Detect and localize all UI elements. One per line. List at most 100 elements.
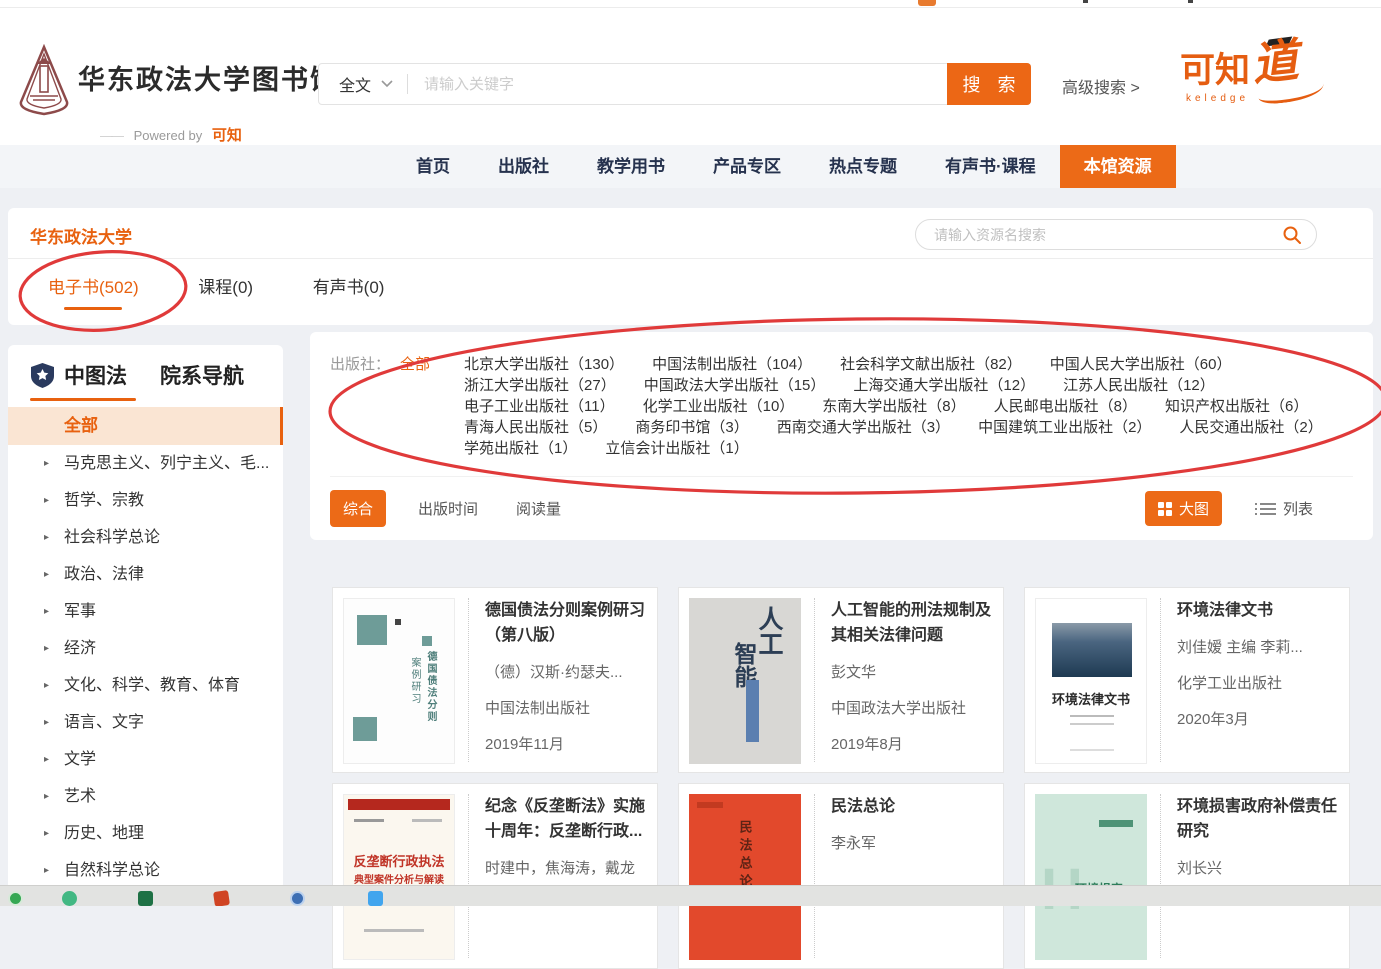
publisher-filter-item[interactable]: 学苑出版社（1） bbox=[464, 438, 577, 459]
taskbar-icon[interactable] bbox=[368, 891, 383, 906]
book-author: 时建中，焦海涛，戴龙 bbox=[485, 857, 647, 878]
grid-view-label: 大图 bbox=[1179, 498, 1209, 519]
nav-item-首页[interactable]: 首页 bbox=[392, 145, 474, 188]
keledge-logo-text: 可知 bbox=[1180, 42, 1250, 93]
sidebar-tab-clc[interactable]: 中图法 bbox=[64, 360, 127, 390]
book-cover: 民法总论 bbox=[689, 794, 801, 960]
publisher-filter-item[interactable]: 中国法制出版社（104） bbox=[652, 354, 812, 375]
sort-option-阅读量[interactable]: 阅读量 bbox=[516, 490, 561, 527]
main-column: 出版社： 全部 北京大学出版社（130）中国法制出版社（104）社会科学文献出版… bbox=[310, 332, 1373, 969]
sidebar-category-label: 艺术 bbox=[64, 788, 96, 805]
nav-item-出版社[interactable]: 出版社 bbox=[474, 145, 573, 188]
cover-text: 民法总论 bbox=[736, 820, 755, 892]
publisher-filter-all[interactable]: 全部 bbox=[400, 354, 430, 459]
nav-item-热点专题[interactable]: 热点专题 bbox=[805, 145, 921, 188]
publisher-filter-item[interactable]: 北京大学出版社（130） bbox=[464, 354, 624, 375]
expand-arrow-icon: ▸ bbox=[44, 556, 49, 593]
sidebar-category-item[interactable]: ▸哲学、宗教 bbox=[8, 482, 283, 519]
sidebar-category-item[interactable]: ▸历史、地理 bbox=[8, 815, 283, 852]
org-tab[interactable]: 华东政法大学 bbox=[8, 208, 154, 258]
book-card[interactable]: 环境法律文书环境法律文书刘佳嫒 主编 李莉...化学工业出版社2020年3月 bbox=[1024, 587, 1350, 773]
expand-arrow-icon: ▸ bbox=[44, 704, 49, 741]
publisher-filter-item[interactable]: 西南交通大学出版社（3） bbox=[777, 417, 950, 438]
university-logo-icon bbox=[14, 44, 74, 118]
publisher-filter-item[interactable]: 中国政法大学出版社（15） bbox=[644, 375, 826, 396]
publisher-filter-item[interactable]: 人民邮电出版社（8） bbox=[994, 396, 1137, 417]
publisher-filter-item[interactable]: 社会科学文献出版社（82） bbox=[840, 354, 1022, 375]
search-icon[interactable] bbox=[1282, 225, 1302, 245]
sidebar-category-item[interactable]: ▸文学 bbox=[8, 741, 283, 778]
publisher-filter-item[interactable]: 化学工业出版社（10） bbox=[643, 396, 795, 417]
nav-item-产品专区[interactable]: 产品专区 bbox=[689, 145, 805, 188]
sidebar-category-list: 全部▸马克思主义、列宁主义、毛...▸哲学、宗教▸社会科学总论▸政治、法律▸军事… bbox=[8, 407, 283, 890]
book-card[interactable]: 反垄断行政执法典型案件分析与解读(2008-2018)纪念《反垄断法》实施十周年… bbox=[332, 783, 658, 969]
resource-tab[interactable]: 有声书(0) bbox=[313, 273, 385, 310]
nav-item-有声书·课程[interactable]: 有声书·课程 bbox=[921, 145, 1060, 188]
sidebar-category-item[interactable]: ▸自然科学总论 bbox=[8, 852, 283, 889]
search-button[interactable]: 搜 索 bbox=[947, 63, 1031, 105]
sort-bar: 综合出版时间 阅读量 大图 列表 bbox=[330, 476, 1353, 527]
book-card[interactable]: 环境损害政府补偿责任研究环境损害政府补偿责任研究刘长兴 bbox=[1024, 783, 1350, 969]
publisher-filter-item[interactable]: 青海人民出版社（5） bbox=[464, 417, 607, 438]
sidebar-category-item[interactable]: ▸文化、科学、教育、体育 bbox=[8, 667, 283, 704]
book-date: 2020年3月 bbox=[1177, 708, 1339, 729]
sidebar-category-item[interactable]: ▸军事 bbox=[8, 593, 283, 630]
global-search-input[interactable] bbox=[408, 76, 1030, 93]
cover-text: 德国债法分则 bbox=[423, 651, 438, 723]
sidebar-category-item[interactable]: ▸ 语言、文字 bbox=[8, 704, 283, 741]
taskbar-icon[interactable] bbox=[213, 890, 230, 906]
resource-search-input[interactable] bbox=[916, 227, 1282, 243]
sidebar-category-item[interactable]: ▸马克思主义、列宁主义、毛... bbox=[8, 445, 283, 482]
taskbar-icon[interactable] bbox=[138, 891, 153, 906]
library-panel: 华东政法大学 电子书(502) 课程(0) 有声书(0) bbox=[8, 208, 1373, 325]
sidebar-category-label: 语言、文字 bbox=[64, 714, 144, 731]
nav-item-本馆资源[interactable]: 本馆资源 bbox=[1060, 145, 1176, 188]
taskbar-icon[interactable] bbox=[62, 891, 77, 906]
keledge-logo[interactable]: 可知 道 keledge bbox=[1180, 42, 1330, 104]
resource-tab[interactable]: 课程(0) bbox=[197, 273, 255, 310]
sort-option-出版时间[interactable]: 出版时间 bbox=[418, 490, 478, 527]
publisher-filter-item[interactable]: 人民交通出版社（2） bbox=[1179, 417, 1322, 438]
sidebar-category-item[interactable]: ▸艺术 bbox=[8, 778, 283, 815]
view-mode-grid-button[interactable]: 大图 bbox=[1145, 491, 1222, 526]
sidebar-category-item[interactable]: 全部 bbox=[8, 407, 283, 445]
keledge-logo-suffix: 道 bbox=[1250, 40, 1300, 85]
book-info: 环境损害政府补偿责任研究刘长兴 bbox=[1161, 794, 1339, 958]
book-card[interactable]: 民法总论民法总论李永军 bbox=[678, 783, 1004, 969]
publisher-filter-item[interactable]: 立信会计出版社（1） bbox=[605, 438, 748, 459]
publisher-filter-item[interactable]: 浙江大学出版社（27） bbox=[464, 375, 616, 396]
publisher-filter-item[interactable]: 江苏人民出版社（12） bbox=[1063, 375, 1215, 396]
expand-arrow-icon: ▸ bbox=[44, 519, 49, 556]
shield-icon bbox=[30, 362, 55, 389]
publisher-filter-item[interactable]: 中国人民大学出版社（60） bbox=[1050, 354, 1232, 375]
publisher-filter-item[interactable]: 中国建筑工业出版社（2） bbox=[978, 417, 1151, 438]
sidebar-category-item[interactable]: ▸社会科学总论 bbox=[8, 519, 283, 556]
sidebar-category-label: 文化、科学、教育、体育 bbox=[64, 677, 240, 694]
sidebar-category-item[interactable]: ▸经济 bbox=[8, 630, 283, 667]
book-author: 彭文华 bbox=[831, 661, 993, 682]
filter-panel: 出版社： 全部 北京大学出版社（130）中国法制出版社（104）社会科学文献出版… bbox=[310, 332, 1373, 540]
resource-tab[interactable]: 电子书(502) bbox=[48, 273, 139, 310]
sidebar-tab-departments[interactable]: 院系导航 bbox=[160, 360, 244, 390]
sort-option-综合[interactable]: 综合 bbox=[330, 490, 386, 527]
publisher-filter-row: 出版社： 全部 北京大学出版社（130）中国法制出版社（104）社会科学文献出版… bbox=[330, 354, 1353, 459]
library-name: 华东政法大学图书馆 bbox=[78, 58, 339, 97]
grid-view-icon bbox=[1158, 502, 1172, 516]
view-mode-list-button[interactable]: 列表 bbox=[1260, 498, 1313, 519]
publisher-filter-item[interactable]: 电子工业出版社（11） bbox=[464, 396, 615, 417]
publisher-filter-item[interactable]: 商务印书馆（3） bbox=[635, 417, 748, 438]
taskbar-icon[interactable] bbox=[290, 891, 305, 906]
book-info: 纪念《反垄断法》实施十周年：反垄断行政...时建中，焦海涛，戴龙 bbox=[469, 794, 647, 958]
book-card[interactable]: 德国债法分则案例研习德国债法分则案例研习（第八版）（德）汉斯·约瑟夫...中国法… bbox=[332, 587, 658, 773]
advanced-search-link[interactable]: 高级搜索 > bbox=[1062, 74, 1140, 98]
expand-arrow-icon: ▸ bbox=[44, 593, 49, 630]
taskbar-icon[interactable] bbox=[8, 891, 23, 906]
publisher-filter-item[interactable]: 知识产权出版社（6） bbox=[1165, 396, 1308, 417]
nav-item-教学用书[interactable]: 教学用书 bbox=[573, 145, 689, 188]
sidebar-category-item[interactable]: ▸政治、法律 bbox=[8, 556, 283, 593]
sidebar-category-label: 历史、地理 bbox=[64, 825, 144, 842]
book-card[interactable]: 人工智能人工智能的刑法规制及其相关法律问题彭文华中国政法大学出版社2019年8月 bbox=[678, 587, 1004, 773]
search-scope-dropdown[interactable]: 全文 bbox=[319, 72, 407, 96]
publisher-filter-item[interactable]: 东南大学出版社（8） bbox=[822, 396, 965, 417]
publisher-filter-item[interactable]: 上海交通大学出版社（12） bbox=[853, 375, 1035, 396]
